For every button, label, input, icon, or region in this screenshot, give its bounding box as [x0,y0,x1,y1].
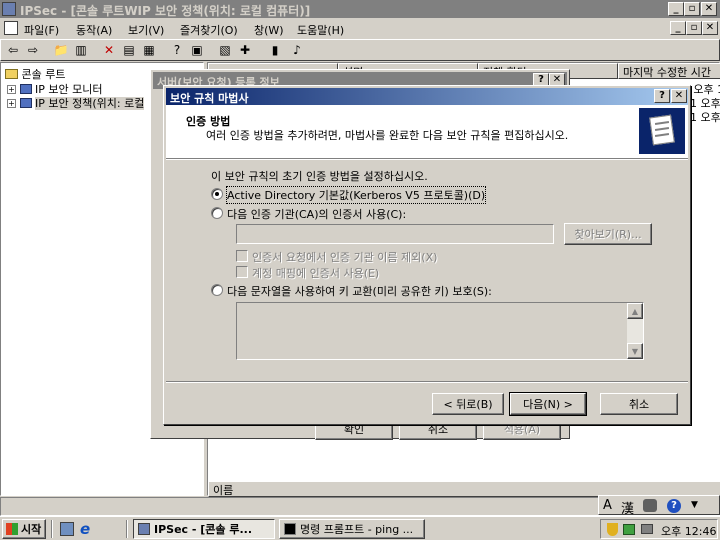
expand-plus-icon[interactable]: + [7,84,16,94]
folder-icon [5,69,18,79]
menu-window[interactable]: 창(W) [254,22,284,38]
radio-ca-label[interactable]: 다음 인증 기관(CA)의 인증서 사용(C): [227,206,406,222]
ime-bar: A 漢 ? ▼ [598,495,720,517]
radio-ca[interactable] [211,207,223,219]
psk-scrollbar[interactable]: ▲ ▼ [627,303,643,359]
show-tree-icon[interactable]: ▥ [73,42,89,58]
wizard-instruction: 이 보안 규칙의 초기 인증 방법을 설정하십시오. [211,170,428,183]
ime-help-icon[interactable]: ? [667,499,681,513]
taskbar: 시작 e IPSec - [콘솔 루... 명령 프롬프트 - ping ...… [0,516,720,540]
expand-plus-icon[interactable]: + [7,98,16,108]
export-icon[interactable]: ▦ [141,42,157,58]
menu-favorites[interactable]: 즐겨찾기(O) [180,22,238,38]
child-close-button[interactable]: ✕ [702,21,718,35]
ime-mode-indicator[interactable]: A [603,498,612,513]
check-account-mapping[interactable] [236,266,248,278]
ime-menu-icon[interactable]: ▼ [691,500,698,510]
wizard-close-button[interactable]: ✕ [671,89,687,103]
wizard-help-button[interactable]: ? [654,89,670,103]
list-header-modified[interactable]: 마지막 수정한 시간 [618,63,720,79]
task-ipsec[interactable]: IPSec - [콘솔 루... [133,519,275,539]
show-desktop-icon[interactable] [60,522,74,536]
view-icon[interactable]: ▣ [189,42,205,58]
radio-psk[interactable] [211,284,223,296]
wizard-header: 인증 방법 여러 인증 방법을 추가하려면, 마법사를 완료한 다음 보안 규칙… [166,105,688,159]
restore-button[interactable]: ▫ [684,2,700,16]
check-exclude-ca[interactable] [236,250,248,262]
quicklaunch-divider-2 [126,520,128,538]
quicklaunch-divider [51,520,53,538]
wizard-header-desc: 여러 인증 방법을 추가하려면, 마법사를 완료한 다음 보안 규칙을 편집하십… [206,129,569,142]
child-minimize-button[interactable]: _ [670,21,686,35]
next-button[interactable]: 다음(N) > [509,392,587,416]
display-icon[interactable] [641,524,653,534]
internet-explorer-icon[interactable]: e [80,520,90,538]
browse-button[interactable]: 찾아보기(R)... [564,223,652,245]
wizard-title-bar[interactable]: 보안 규칙 마법사 ? ✕ [166,88,688,105]
child-restore-button[interactable]: ▫ [686,21,702,35]
unassign-icon[interactable]: ♪ [289,42,305,58]
properties-icon[interactable]: ▤ [121,42,137,58]
ime-hanja-indicator[interactable]: 漢 [621,498,634,517]
up-folder-icon[interactable]: 📁 [53,42,69,58]
scroll-certificate-icon [639,108,685,154]
wizard-title: 보안 규칙 마법사 [170,92,249,105]
mmc-icon [138,523,150,535]
close-button[interactable]: ✕ [701,2,717,16]
radio-kerberos[interactable] [211,188,223,200]
ca-field[interactable] [236,224,554,244]
tree-item-ip-policy[interactable]: + IP 보안 정책(위치: 로컬 [7,95,145,111]
delete-icon[interactable]: ✕ [101,42,117,58]
assign-icon[interactable]: ▮ [267,42,283,58]
scroll-down-icon[interactable]: ▼ [627,343,643,359]
task-cmd[interactable]: 명령 프롬프트 - ping ... [279,519,425,539]
system-tray: 오후 12:46 [600,519,718,539]
radio-kerberos-label[interactable]: Active Directory 기본값(Kerberos V5 프로토콜)(D… [225,186,487,204]
start-button[interactable]: 시작 [2,519,46,539]
monitor-icon [19,84,32,94]
minimize-button[interactable]: _ [668,2,684,16]
check-exclude-ca-label[interactable]: 인증서 요청에서 인증 기관 이름 제외(X) [252,249,437,265]
toolbar: ⇦ ⇨ 📁 ▥ ✕ ▤ ▦ ? ▣ ▧ ✚ ▮ ♪ [0,39,720,61]
main-title-bar[interactable]: IPSec - [콘솔 루트WIP 보안 정책(위치: 로컬 컴퓨터)] _ ▫… [0,0,720,18]
menu-view[interactable]: 보기(V) [128,22,164,38]
cmd-icon [284,523,296,535]
shield-icon[interactable] [607,523,618,536]
help-icon[interactable]: ? [169,42,185,58]
mmc-doc-icon [4,21,18,35]
psk-textarea[interactable]: ▲ ▼ [236,302,644,360]
wizard-dialog: 보안 규칙 마법사 ? ✕ 인증 방법 여러 인증 방법을 추가하려면, 마법사… [163,85,691,425]
menu-action[interactable]: 동작(A) [76,22,112,38]
ime-pad-icon[interactable] [643,499,657,512]
footer-divider [166,381,688,383]
menu-bar: 파일(F) 동작(A) 보기(V) 즐겨찾기(O) 창(W) 도움말(H) _ … [0,18,720,38]
windows-logo-icon [6,523,18,535]
scroll-up-icon[interactable]: ▲ [627,303,643,319]
tree-item-console-root[interactable]: 콘솔 루트 [5,66,65,82]
clock[interactable]: 오후 12:46 [661,523,716,539]
header-divider [166,159,688,160]
network-icon[interactable] [623,524,635,535]
forward-arrow-icon[interactable]: ⇨ [25,42,41,58]
new-policy-icon[interactable]: ▧ [217,42,233,58]
main-title: IPSec - [콘솔 루트WIP 보안 정책(위치: 로컬 컴퓨터)] [20,4,311,18]
radio-psk-label[interactable]: 다음 문자열을 사용하여 키 교환(미리 공유한 키) 보호(S): [227,283,492,299]
back-button[interactable]: < 뒤로(B) [432,393,504,415]
app-icon [2,2,16,16]
check-account-mapping-label[interactable]: 계정 매핑에 인증서 사용(E) [252,265,379,281]
menu-file[interactable]: 파일(F) [24,22,59,38]
cancel-button[interactable]: 취소 [600,393,678,415]
list-time-3: 1 오후 3 [690,111,720,124]
back-arrow-icon[interactable]: ⇦ [5,42,21,58]
add-filter-icon[interactable]: ✚ [237,42,253,58]
menu-help[interactable]: 도움말(H) [297,22,344,38]
policy-icon [19,98,32,108]
